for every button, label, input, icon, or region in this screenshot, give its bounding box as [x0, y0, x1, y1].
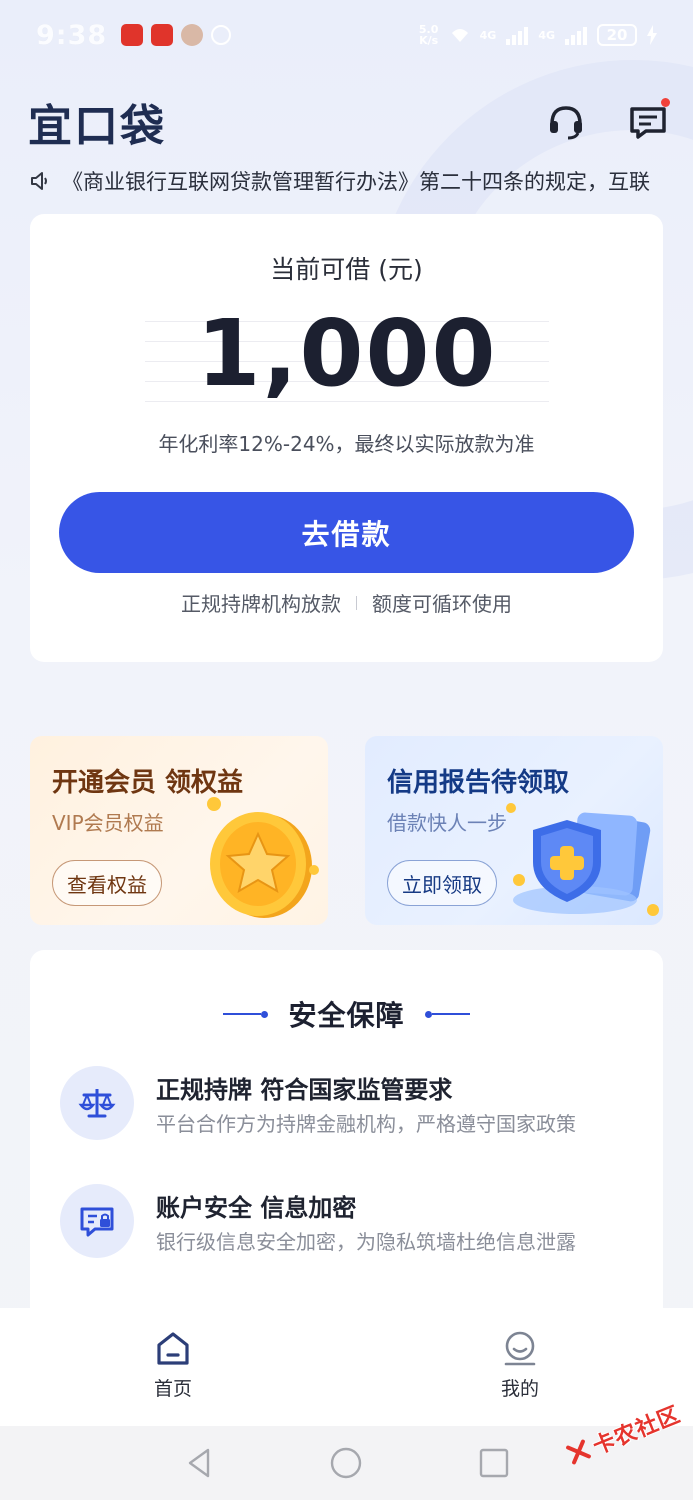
signal-strength-icon	[506, 25, 529, 45]
status-indicators: 5.0 K/s 4G 4G 20	[418, 24, 657, 46]
credit-promo-title: 信用报告待领取	[387, 768, 570, 798]
divider	[356, 595, 357, 610]
home-icon	[157, 1332, 189, 1365]
signal-label-2: 4G	[538, 28, 555, 42]
back-icon[interactable]	[182, 1446, 216, 1480]
security-header: 安全保障	[30, 994, 663, 1034]
scale-icon	[60, 1066, 134, 1140]
security-item-title: 账户安全 信息加密	[156, 1194, 357, 1222]
recents-icon[interactable]	[477, 1446, 511, 1480]
available-label: 当前可借 (元)	[270, 255, 423, 284]
huawei-app-icon	[151, 24, 174, 46]
alarm-icon	[211, 25, 232, 45]
vip-promo-subtitle: VIP会员权益	[52, 811, 164, 835]
status-bar: 9:38 5.0 K/s 4G 4G 20	[0, 0, 693, 70]
title-decoration	[223, 1010, 269, 1018]
security-item-licensed: 正规持牌 符合国家监管要求 平台合作方为持牌金融机构，严格遵守国家政策	[60, 1064, 650, 1144]
feature-revolving: 额度可循环使用	[372, 592, 512, 616]
signal-strength-icon	[565, 25, 587, 45]
header-actions	[546, 98, 670, 142]
headset-icon[interactable]	[546, 102, 586, 142]
borrow-button[interactable]: 去借款	[59, 492, 634, 573]
gold-star-coin-icon	[207, 797, 319, 918]
security-item-encryption: 账户安全 信息加密 银行级信息安全加密，为隐私筑墙杜绝信息泄露	[60, 1182, 650, 1262]
feature-licensed: 正规持牌机构放款	[181, 592, 341, 616]
security-title: 安全保障	[288, 999, 405, 1032]
home-circle-icon[interactable]	[329, 1446, 363, 1480]
loan-card: 当前可借 (元) 1,000 年化利率12%-24%，最终以实际放款为准 去借款…	[30, 214, 663, 662]
available-amount: 1,000	[196, 300, 498, 407]
tab-mine[interactable]: 我的	[480, 1330, 560, 1410]
screen: 9:38 5.0 K/s 4G 4G 20 宜口袋 《商业银行互联网贷款管理暂行…	[0, 0, 693, 1500]
tab-mine-label: 我的	[500, 1378, 539, 1400]
credit-promo-subtitle: 借款快人一步	[387, 811, 507, 835]
huawei-app-icon	[121, 24, 144, 46]
message-icon[interactable]	[628, 98, 670, 142]
tab-home[interactable]: 首页	[133, 1330, 213, 1410]
bottom-navigation: 首页 我的	[0, 1308, 693, 1426]
rate-text: 年化利率12%-24%，最终以实际放款为准	[158, 432, 535, 456]
battery-level: 20	[597, 24, 637, 46]
unread-badge	[661, 98, 670, 107]
security-card: 安全保障 正规持牌 符合国家监管要求 平台合作方为持牌金融机构，严格遵守国家政策…	[30, 950, 663, 1350]
contact-avatar-icon	[181, 24, 204, 46]
security-item-desc: 银行级信息安全加密，为隐私筑墙杜绝信息泄露	[156, 1230, 576, 1254]
security-item-title: 正规持牌 符合国家监管要求	[156, 1076, 453, 1104]
amount-area: 1,000	[145, 300, 549, 407]
signal-label-1: 4G	[479, 28, 497, 42]
shield-report-icon	[506, 803, 659, 916]
speaker-icon	[31, 172, 47, 190]
credit-report-promo-card[interactable]: 信用报告待领取 借款快人一步 立即领取	[365, 736, 663, 925]
app-header: 宜口袋	[28, 92, 670, 152]
status-time: 9:38	[36, 19, 108, 51]
security-item-desc: 平台合作方为持牌金融机构，严格遵守国家政策	[156, 1112, 576, 1136]
notification-icons	[121, 24, 232, 46]
loan-features: 正规持牌机构放款 额度可循环使用	[30, 588, 663, 617]
title-decoration	[424, 1010, 470, 1018]
wifi-icon	[451, 29, 468, 42]
secure-card-icon	[60, 1184, 134, 1258]
claim-now-button[interactable]: 立即领取	[387, 860, 497, 906]
charging-icon	[647, 25, 657, 45]
notice-text: 《商业银行互联网贷款管理暂行办法》第二十四条的规定，互联	[62, 170, 650, 194]
app-logo: 宜口袋	[28, 101, 166, 152]
notice-bar[interactable]: 《商业银行互联网贷款管理暂行办法》第二十四条的规定，互联	[30, 164, 662, 198]
network-speed: 5.0 K/s	[418, 23, 439, 47]
tab-home-label: 首页	[153, 1378, 192, 1400]
view-benefits-button[interactable]: 查看权益	[52, 860, 162, 906]
vip-promo-card[interactable]: 开通会员 领权益 VIP会员权益 查看权益	[30, 736, 328, 925]
profile-icon	[504, 1331, 536, 1366]
